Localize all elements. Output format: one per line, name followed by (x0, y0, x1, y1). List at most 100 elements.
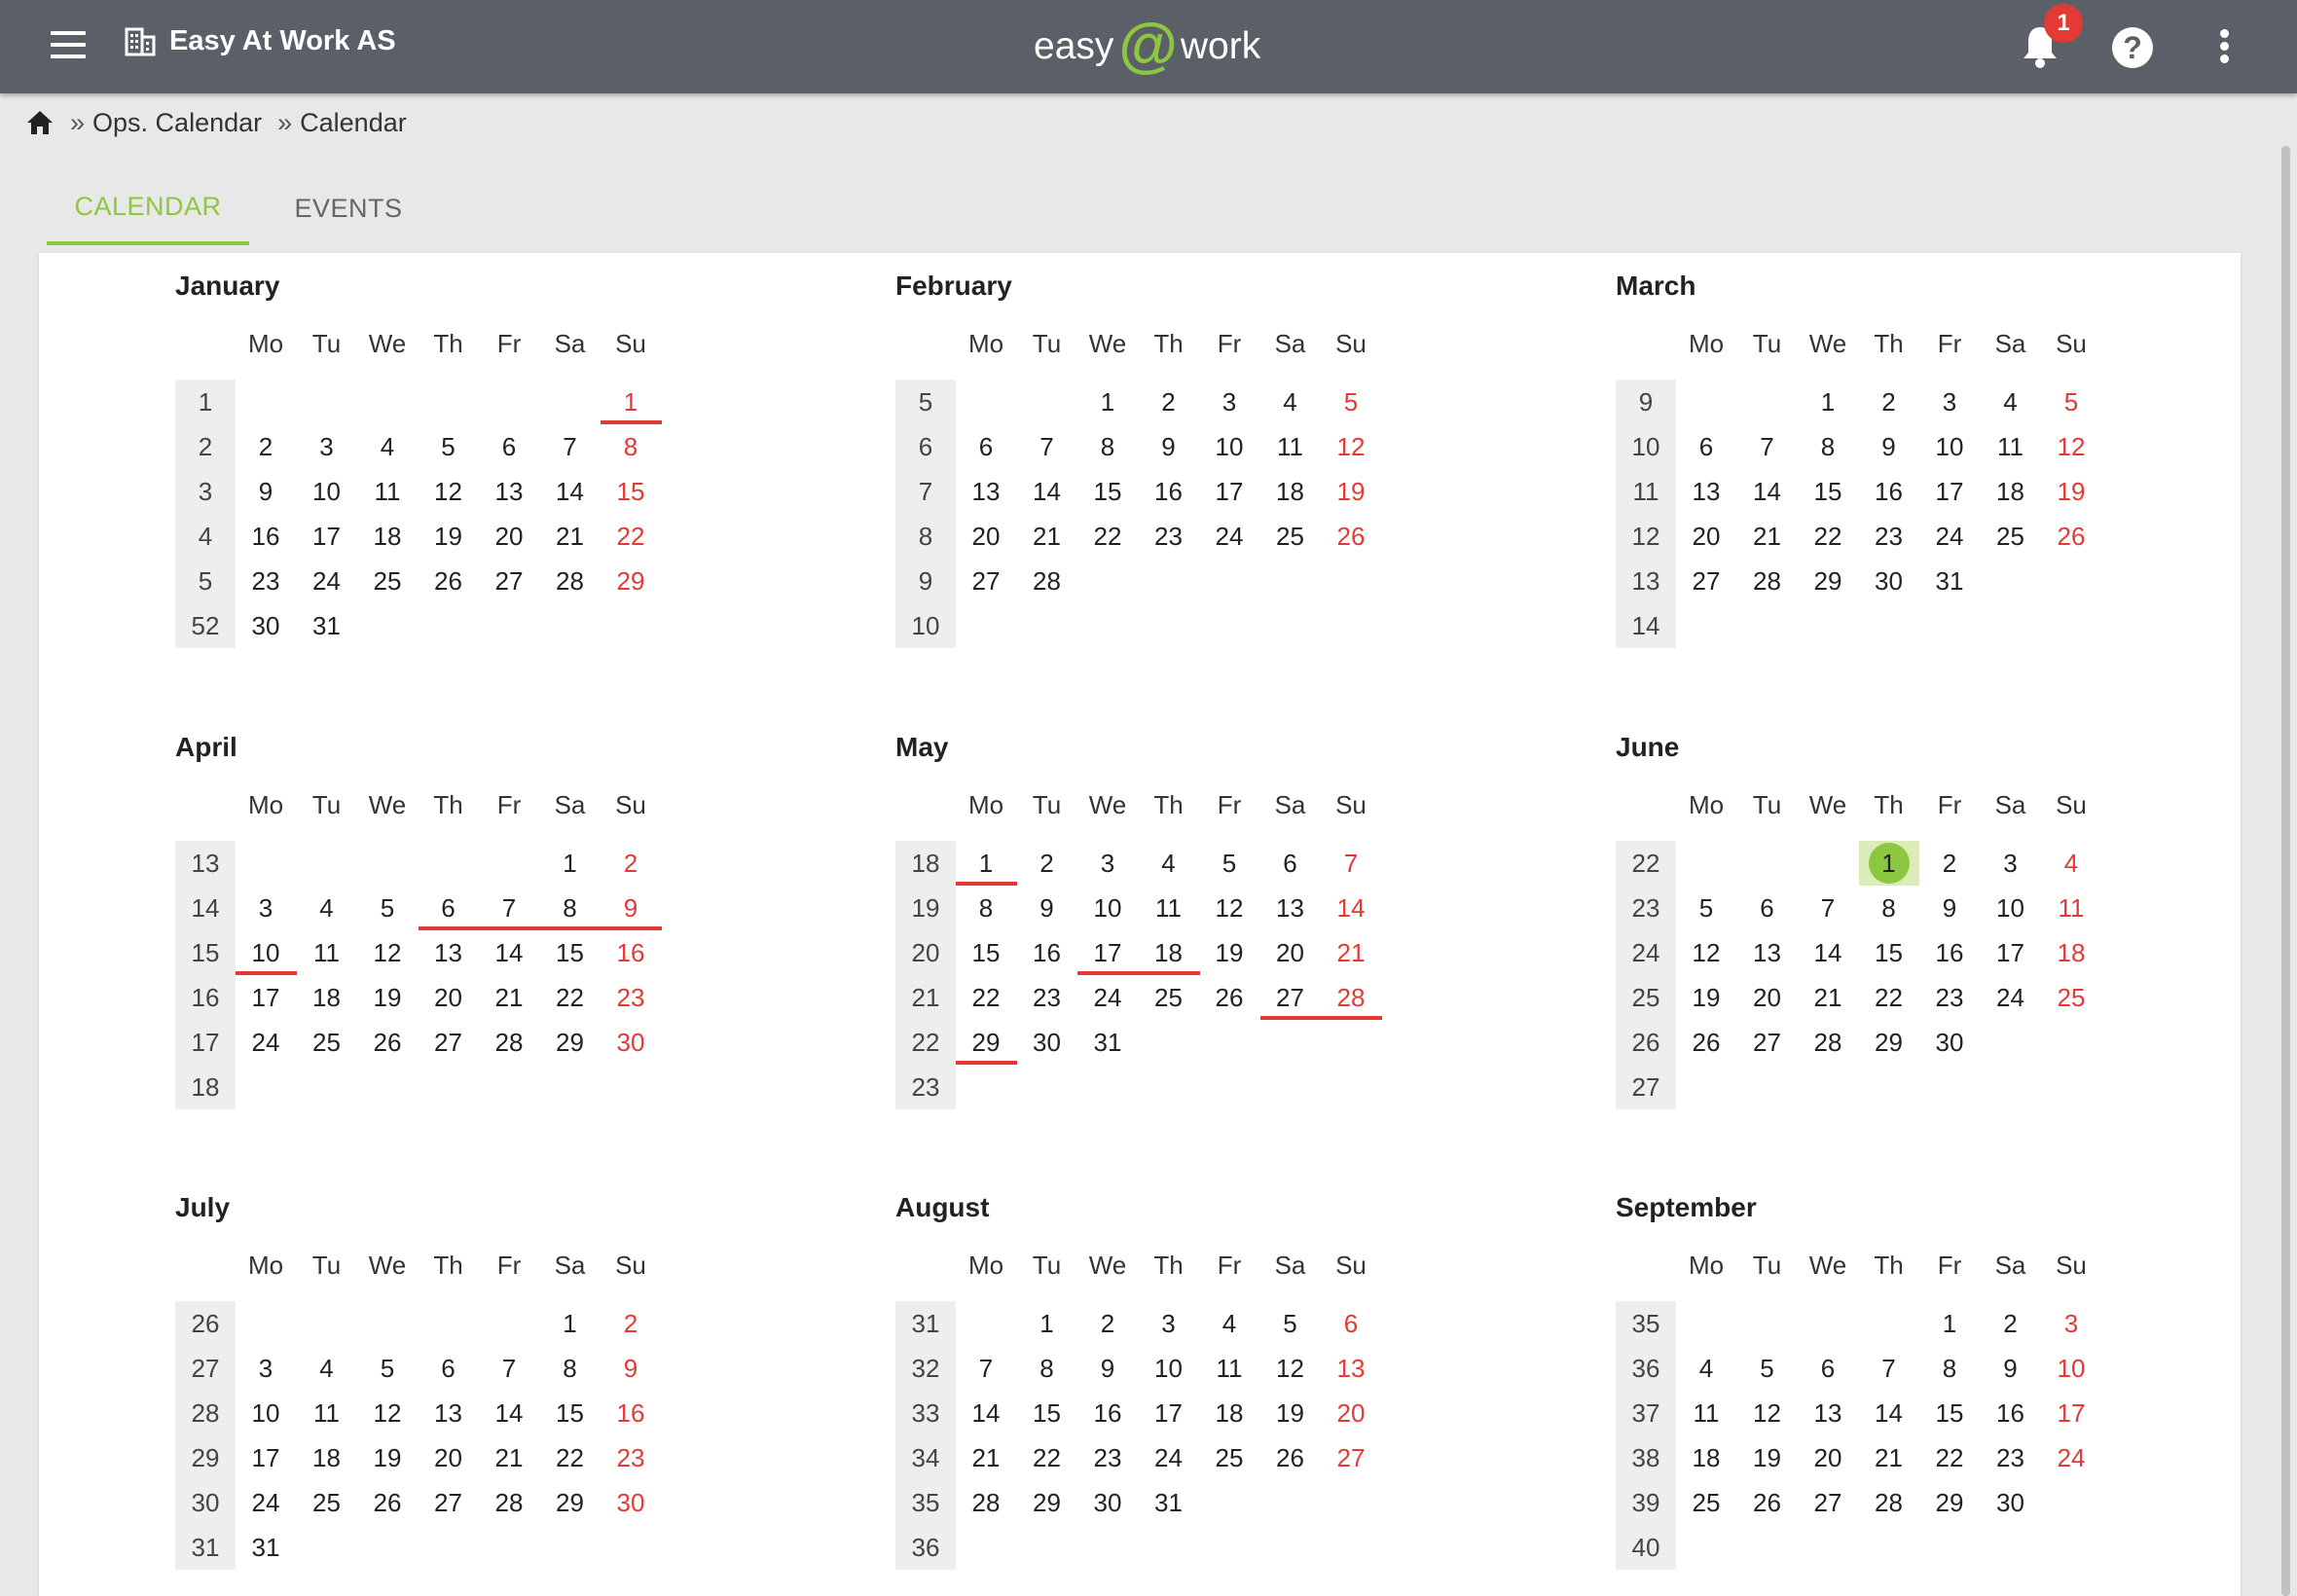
calendar-day[interactable]: 14 (1737, 469, 1798, 514)
calendar-day[interactable]: 14 (956, 1391, 1016, 1435)
calendar-day[interactable]: 11 (1139, 886, 1199, 930)
calendar-day[interactable]: 10 (297, 469, 357, 514)
calendar-day[interactable]: 6 (419, 886, 479, 930)
calendar-day[interactable]: 20 (419, 1435, 479, 1480)
calendar-day[interactable]: 9 (1139, 424, 1199, 469)
calendar-day[interactable]: 28 (479, 1480, 539, 1525)
calendar-day[interactable]: 23 (236, 559, 296, 603)
calendar-day[interactable]: 5 (1260, 1301, 1321, 1346)
calendar-day[interactable]: 26 (357, 1480, 418, 1525)
calendar-day[interactable]: 22 (540, 975, 601, 1020)
calendar-day[interactable]: 10 (236, 1391, 296, 1435)
calendar-day[interactable]: 11 (1260, 424, 1321, 469)
calendar-day[interactable]: 25 (297, 1480, 357, 1525)
calendar-day[interactable]: 4 (297, 1346, 357, 1391)
calendar-day[interactable]: 11 (1676, 1391, 1736, 1435)
calendar-day[interactable]: 18 (1260, 469, 1321, 514)
calendar-day[interactable]: 23 (1017, 975, 1077, 1020)
calendar-day[interactable]: 7 (1017, 424, 1077, 469)
calendar-day[interactable]: 16 (1919, 930, 1980, 975)
calendar-day[interactable]: 23 (1859, 514, 1919, 559)
calendar-day[interactable]: 5 (2041, 380, 2101, 424)
help-icon[interactable]: ? (2112, 27, 2153, 68)
calendar-day[interactable]: 4 (297, 886, 357, 930)
calendar-day[interactable]: 5 (1321, 380, 1381, 424)
calendar-day[interactable]: 3 (1139, 1301, 1199, 1346)
calendar-day[interactable]: 12 (1737, 1391, 1798, 1435)
calendar-day[interactable]: 25 (1199, 1435, 1259, 1480)
calendar-day[interactable]: 16 (1077, 1391, 1138, 1435)
calendar-day[interactable]: 26 (357, 1020, 418, 1065)
calendar-day[interactable]: 26 (1321, 514, 1381, 559)
calendar-day[interactable]: 21 (540, 514, 601, 559)
hamburger-menu-icon[interactable] (47, 27, 93, 66)
calendar-day[interactable]: 7 (956, 1346, 1016, 1391)
calendar-day[interactable]: 3 (297, 424, 357, 469)
tab-calendar[interactable]: CALENDAR (47, 171, 249, 245)
calendar-day[interactable]: 7 (1859, 1346, 1919, 1391)
calendar-day[interactable]: 15 (956, 930, 1016, 975)
calendar-day[interactable]: 28 (1017, 559, 1077, 603)
calendar-day[interactable]: 12 (357, 1391, 418, 1435)
calendar-day[interactable]: 18 (1676, 1435, 1736, 1480)
calendar-day[interactable]: 4 (1139, 841, 1199, 886)
calendar-day[interactable]: 12 (2041, 424, 2101, 469)
calendar-day[interactable]: 17 (1139, 1391, 1199, 1435)
calendar-day[interactable]: 13 (1737, 930, 1798, 975)
calendar-day[interactable]: 8 (601, 424, 661, 469)
calendar-day[interactable]: 29 (540, 1020, 601, 1065)
calendar-day[interactable]: 20 (1260, 930, 1321, 975)
calendar-day[interactable]: 16 (236, 514, 296, 559)
calendar-day[interactable]: 18 (1981, 469, 2041, 514)
calendar-day[interactable]: 15 (540, 1391, 601, 1435)
calendar-day[interactable]: 2 (601, 841, 661, 886)
calendar-day[interactable]: 18 (1139, 930, 1199, 975)
calendar-day[interactable]: 2 (1017, 841, 1077, 886)
calendar-day[interactable]: 9 (601, 1346, 661, 1391)
calendar-day[interactable]: 1 (956, 841, 1016, 886)
calendar-day[interactable]: 30 (1017, 1020, 1077, 1065)
calendar-day[interactable]: 21 (1798, 975, 1858, 1020)
calendar-day[interactable]: 17 (1981, 930, 2041, 975)
calendar-day[interactable]: 17 (1199, 469, 1259, 514)
calendar-day[interactable]: 1 (1919, 1301, 1980, 1346)
calendar-day[interactable]: 25 (1139, 975, 1199, 1020)
calendar-day[interactable]: 25 (1981, 514, 2041, 559)
calendar-day[interactable]: 6 (479, 424, 539, 469)
calendar-day[interactable]: 13 (1676, 469, 1736, 514)
calendar-day[interactable]: 1 (540, 841, 601, 886)
calendar-day[interactable]: 23 (1077, 1435, 1138, 1480)
calendar-day[interactable]: 21 (1321, 930, 1381, 975)
calendar-day[interactable]: 2 (1077, 1301, 1138, 1346)
calendar-day[interactable]: 9 (1859, 424, 1919, 469)
calendar-day[interactable]: 21 (479, 975, 539, 1020)
calendar-day[interactable]: 27 (1737, 1020, 1798, 1065)
calendar-day[interactable]: 13 (419, 1391, 479, 1435)
calendar-day[interactable]: 24 (1077, 975, 1138, 1020)
calendar-day[interactable]: 4 (1981, 380, 2041, 424)
calendar-day[interactable]: 25 (357, 559, 418, 603)
calendar-day[interactable]: 22 (1859, 975, 1919, 1020)
calendar-day[interactable]: 10 (236, 930, 296, 975)
calendar-day[interactable]: 16 (1859, 469, 1919, 514)
calendar-day[interactable]: 17 (236, 975, 296, 1020)
calendar-day[interactable]: 6 (1260, 841, 1321, 886)
calendar-day[interactable]: 11 (297, 930, 357, 975)
calendar-day[interactable]: 23 (1919, 975, 1980, 1020)
calendar-day[interactable]: 20 (1737, 975, 1798, 1020)
calendar-day[interactable]: 17 (1077, 930, 1138, 975)
calendar-day[interactable]: 7 (540, 424, 601, 469)
calendar-day[interactable]: 21 (956, 1435, 1016, 1480)
calendar-day[interactable]: 1 (601, 380, 661, 424)
calendar-day[interactable]: 31 (1919, 559, 1980, 603)
calendar-day[interactable]: 26 (1676, 1020, 1736, 1065)
calendar-day[interactable]: 16 (1017, 930, 1077, 975)
calendar-day[interactable]: 6 (1676, 424, 1736, 469)
calendar-day[interactable]: 13 (1260, 886, 1321, 930)
calendar-day[interactable]: 30 (601, 1020, 661, 1065)
calendar-day[interactable]: 12 (1321, 424, 1381, 469)
organization-selector[interactable]: Easy At Work AS (125, 25, 396, 57)
calendar-day[interactable]: 1 (1017, 1301, 1077, 1346)
calendar-day[interactable]: 19 (1676, 975, 1736, 1020)
calendar-day[interactable]: 29 (1798, 559, 1858, 603)
